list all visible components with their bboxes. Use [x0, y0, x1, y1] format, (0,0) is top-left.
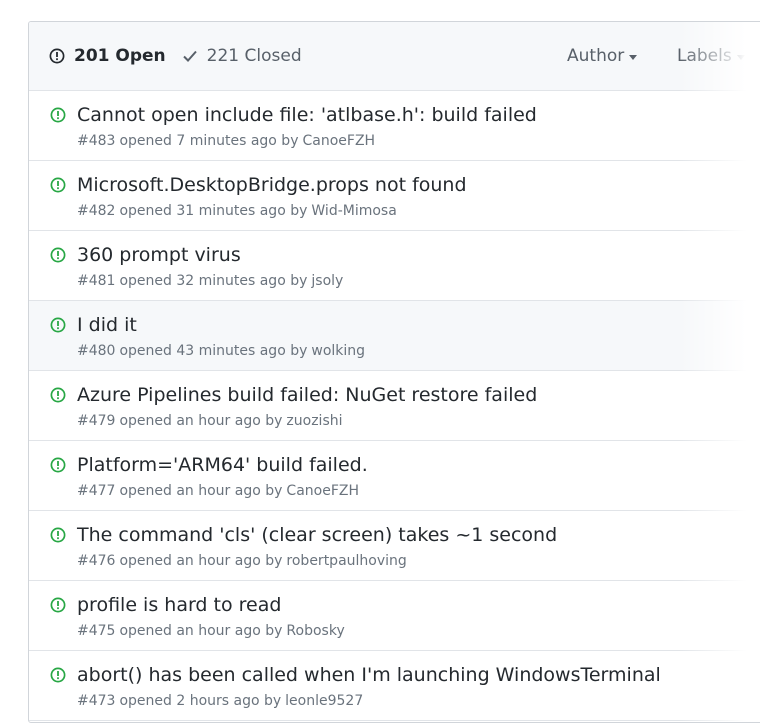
issue-meta: #483 opened 7 minutes ago by CanoeFZH: [77, 133, 375, 149]
issue-row[interactable]: Azure Pipelines build failed: NuGet rest…: [29, 371, 760, 441]
issue-meta: #473 opened 2 hours ago by leonle9527: [77, 693, 363, 709]
issue-opened-time: opened an hour ago by: [119, 483, 283, 499]
issue-title-link[interactable]: Azure Pipelines build failed: NuGet rest…: [77, 384, 537, 406]
check-icon: [182, 50, 197, 62]
issue-opened-time: opened an hour ago by: [119, 413, 283, 429]
issue-opened-icon: [49, 48, 65, 64]
issue-title-link[interactable]: profile is hard to read: [77, 594, 281, 616]
caret-down-icon: [736, 54, 745, 60]
issue-number[interactable]: #476: [77, 553, 115, 569]
issue-opened-time: opened 2 hours ago by: [119, 693, 282, 709]
author-filter-label: Author: [567, 46, 625, 66]
issue-meta: #479 opened an hour ago by zuozishi: [77, 413, 343, 429]
author-filter-dropdown[interactable]: Author: [567, 22, 638, 90]
issue-meta: #477 opened an hour ago by CanoeFZH: [77, 483, 359, 499]
issue-row[interactable]: Microsoft.DesktopBridge.props not found …: [29, 161, 760, 231]
issue-meta: #475 opened an hour ago by Robosky: [77, 623, 345, 639]
issue-opened-icon: [50, 667, 66, 683]
issue-row[interactable]: 360 prompt virus #481 opened 32 minutes a…: [29, 231, 760, 301]
issue-opened-time: opened 43 minutes ago by: [119, 343, 308, 359]
issue-opened-icon: [50, 527, 66, 543]
issue-number[interactable]: #483: [77, 133, 115, 149]
issue-number[interactable]: #477: [77, 483, 115, 499]
issue-author-link[interactable]: CanoeFZH: [302, 133, 375, 149]
issue-title-link[interactable]: 360 prompt virus: [77, 244, 241, 266]
issue-opened-icon: [50, 387, 66, 403]
issue-row[interactable]: I did it #480 opened 43 minutes ago by wol…: [29, 301, 760, 371]
labels-filter-dropdown[interactable]: Labels: [677, 22, 745, 90]
issue-author-link[interactable]: Robosky: [286, 623, 344, 639]
issue-list: Cannot open include file: 'atlbase.h': b…: [29, 91, 760, 721]
issue-opened-icon: [50, 597, 66, 613]
issue-number[interactable]: #480: [77, 343, 115, 359]
issue-opened-time: opened an hour ago by: [119, 623, 283, 639]
issue-author-link[interactable]: zuozishi: [286, 413, 342, 429]
issue-number[interactable]: #479: [77, 413, 115, 429]
issue-meta: #482 opened 31 minutes ago by Wid-Mimosa: [77, 203, 397, 219]
open-issues-tab[interactable]: 201 Open: [49, 46, 166, 66]
issue-row[interactable]: abort() has been called when I'm launchi…: [29, 651, 760, 721]
open-issues-count: 201 Open: [74, 46, 166, 66]
issue-title-link[interactable]: Platform='ARM64' build failed.: [77, 454, 368, 476]
issue-opened-time: opened 31 minutes ago by: [119, 203, 308, 219]
issue-opened-icon: [50, 177, 66, 193]
issues-header: 201 Open 221 Closed Author Labels: [29, 22, 760, 91]
issue-author-link[interactable]: jsoly: [311, 273, 343, 289]
issue-meta: #481 opened 32 minutes ago by jsoly: [77, 273, 343, 289]
issue-row[interactable]: Platform='ARM64' build failed. #477 opene…: [29, 441, 760, 511]
issue-title-link[interactable]: Cannot open include file: 'atlbase.h': b…: [77, 104, 537, 126]
closed-issues-tab[interactable]: 221 Closed: [182, 46, 302, 66]
issue-opened-time: opened 32 minutes ago by: [119, 273, 308, 289]
issue-opened-time: opened 7 minutes ago by: [119, 133, 299, 149]
issue-title-link[interactable]: The command 'cls' (clear screen) takes ~…: [77, 524, 557, 546]
issue-author-link[interactable]: leonle9527: [285, 693, 363, 709]
closed-issues-count: 221 Closed: [206, 46, 302, 66]
issue-row[interactable]: Cannot open include file: 'atlbase.h': b…: [29, 91, 760, 161]
issue-opened-icon: [50, 107, 66, 123]
issue-opened-icon: [50, 317, 66, 333]
issue-author-link[interactable]: wolking: [311, 343, 365, 359]
issue-row[interactable]: profile is hard to read #475 opened an ho…: [29, 581, 760, 651]
issue-opened-icon: [50, 457, 66, 473]
labels-filter-label: Labels: [677, 46, 732, 66]
issue-meta: #480 opened 43 minutes ago by wolking: [77, 343, 365, 359]
issue-opened-time: opened an hour ago by: [119, 553, 283, 569]
issues-panel: 201 Open 221 Closed Author Labels Cannot…: [28, 21, 760, 723]
issue-meta: #476 opened an hour ago by robertpaulhovin…: [77, 553, 407, 569]
issue-title-link[interactable]: abort() has been called when I'm launchi…: [77, 664, 661, 686]
issue-title-link[interactable]: I did it: [77, 314, 137, 336]
issue-number[interactable]: #473: [77, 693, 115, 709]
issue-row[interactable]: The command 'cls' (clear screen) takes ~…: [29, 511, 760, 581]
issue-author-link[interactable]: robertpaulhoving: [286, 553, 406, 569]
issue-author-link[interactable]: CanoeFZH: [286, 483, 359, 499]
issue-author-link[interactable]: Wid-Mimosa: [311, 203, 396, 219]
issue-opened-icon: [50, 247, 66, 263]
caret-down-icon: [629, 54, 638, 60]
issue-number[interactable]: #481: [77, 273, 115, 289]
issue-title-link[interactable]: Microsoft.DesktopBridge.props not found: [77, 174, 467, 196]
issue-number[interactable]: #475: [77, 623, 115, 639]
issue-number[interactable]: #482: [77, 203, 115, 219]
